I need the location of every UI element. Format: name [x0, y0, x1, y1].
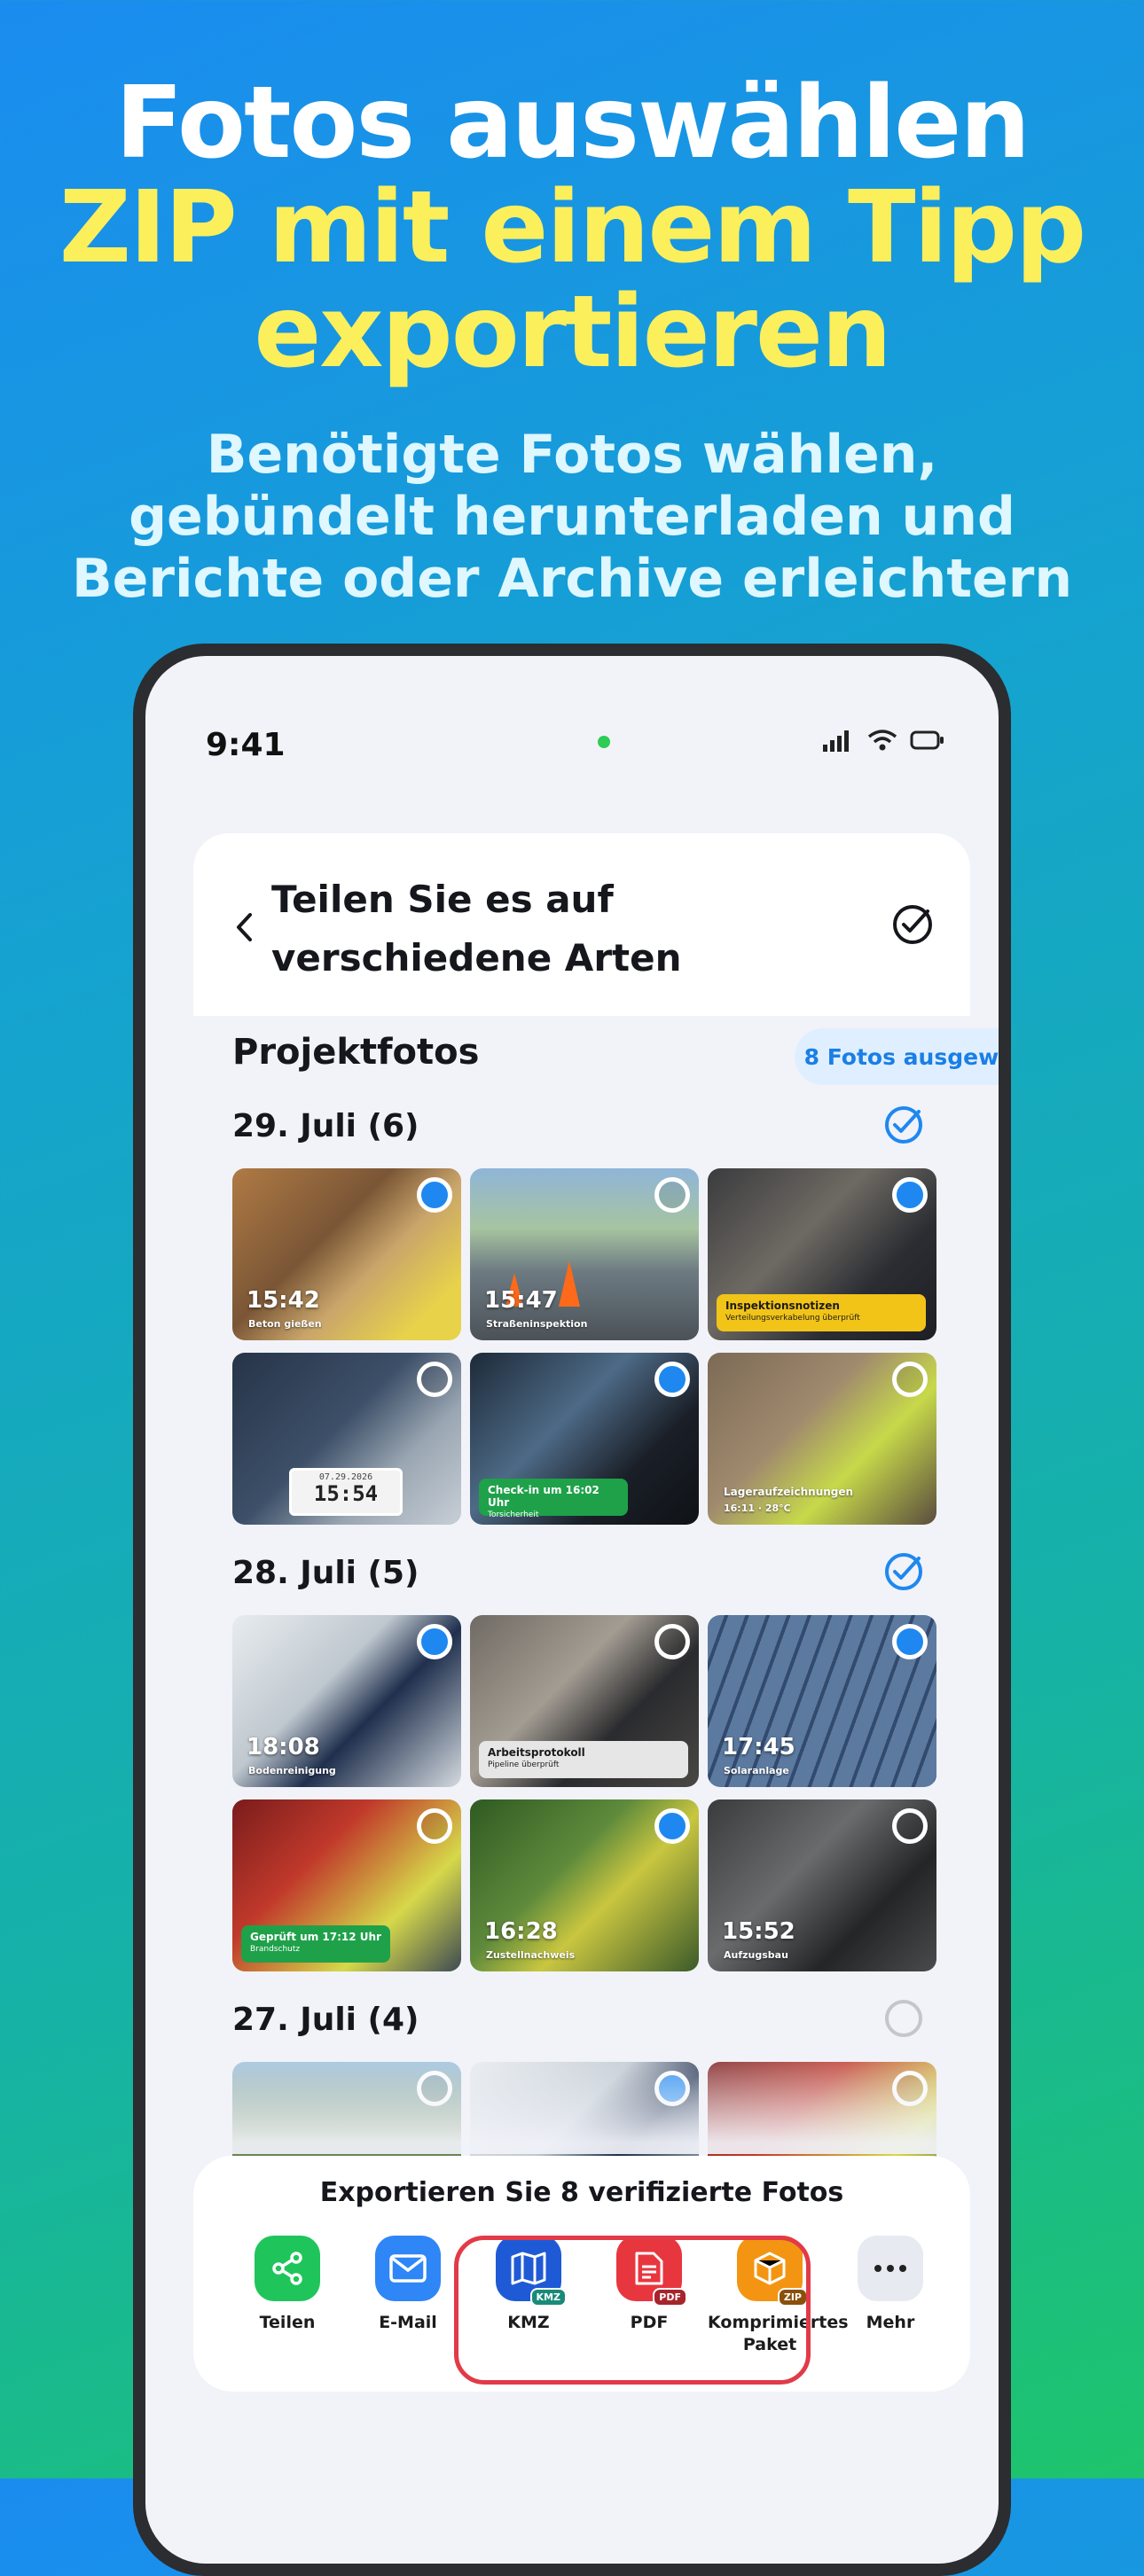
camera-indicator [598, 736, 610, 748]
photo-caption: Beton gießen [248, 1318, 322, 1330]
more-option-icon[interactable] [858, 2236, 923, 2301]
selection-indicator[interactable] [892, 1362, 928, 1397]
share-option-icon[interactable] [255, 2236, 320, 2301]
photo-thumbnail[interactable]: Geprüft um 17:12 Uhr Brandschutz [232, 1799, 461, 1971]
page-title: Teilen Sie es auf verschiedene Arten [271, 878, 682, 980]
more-icon [874, 2265, 906, 2272]
photo-tag-title: Geprüft um 17:12 Uhr [250, 1931, 381, 1943]
selection-indicator[interactable] [654, 1624, 690, 1659]
photo-tag-subtitle: Verteilungsverkabelung überprüft [725, 1314, 860, 1323]
photo-caption: Straßeninspektion [486, 1318, 588, 1330]
hero-subtitle: Benötigte Fotos wählen, gebündelt herunt… [71, 424, 1073, 610]
photo-tag-title: Check-in um 16:02 Uhr [488, 1484, 599, 1509]
battery-icon [910, 730, 944, 750]
photo-time: 16:28 [484, 1918, 558, 1945]
stamp-time: 15:54 [313, 1481, 379, 1506]
photo-thumbnail[interactable]: Check-in um 16:02 Uhr Torsicherheit [470, 1353, 699, 1525]
photo-thumbnail[interactable]: 07.29.2026 15:54 [232, 1353, 461, 1525]
photo-thumbnail[interactable]: Lageraufzeichnungen 16:11 · 28°C [708, 1353, 936, 1525]
select-all-circle-icon[interactable] [883, 1998, 924, 2039]
photo-caption: Aufzugsbau [724, 1949, 788, 1961]
phone-frame: 9:41 Teilen Sie es auf verschiedene Arte… [133, 644, 1011, 2576]
photo-time: 15:52 [722, 1918, 795, 1945]
photo-tag: Check-in um 16:02 Uhr Torsicherheit [479, 1479, 628, 1519]
photo-time: 18:08 [247, 1734, 320, 1760]
photo-thumbnail[interactable]: 17:45 Solaranlage [708, 1615, 936, 1787]
confirm-check-icon[interactable] [890, 902, 935, 947]
photo-time-label: Lageraufzeichnungen [724, 1486, 854, 1498]
select-all-check-icon[interactable] [883, 1105, 924, 1145]
photo-tag-subtitle: Pipeline überprüft [488, 1760, 560, 1769]
photo-thumbnail[interactable]: Inspektionsnotizen Verteilungsverkabelun… [708, 1168, 936, 1340]
hero-headline: Fotos auswählen ZIP mit einem Tipp expor… [0, 71, 1144, 385]
date-group-label: 27. Juli (4) [232, 2002, 419, 2038]
photo-tag-subtitle: Torsicherheit [488, 1510, 539, 1519]
selected-count-badge: 8 Fotos ausgewählt [795, 1028, 999, 1085]
selection-indicator[interactable] [892, 1624, 928, 1659]
status-bar: 9:41 [206, 727, 945, 763]
selection-indicator[interactable] [417, 1362, 452, 1397]
photo-thumbnail[interactable]: 15:47 Straßeninspektion [470, 1168, 699, 1340]
selection-indicator[interactable] [892, 1177, 928, 1213]
photo-caption: Solaranlage [724, 1765, 789, 1776]
status-icons [823, 729, 945, 752]
share-icon [272, 2252, 302, 2285]
selection-indicator[interactable] [417, 1177, 452, 1213]
wifi-icon [867, 730, 897, 751]
date-group-label: 28. Juli (5) [232, 1555, 419, 1591]
section-title: Projektfotos [232, 1032, 480, 1073]
photo-caption: Bodenreinigung [248, 1765, 336, 1776]
date-group-label: 29. Juli (6) [232, 1108, 419, 1144]
hero-line-1: Fotos auswählen [115, 66, 1030, 181]
photo-caption: Zustellnachweis [486, 1949, 576, 1961]
export-option-label: Teilen [259, 2313, 316, 2332]
photo-thumbnail[interactable]: 15:52 Aufzugsbau [708, 1799, 936, 1971]
selection-indicator[interactable] [654, 1177, 690, 1213]
hero-line-3: exportieren [254, 275, 891, 390]
status-time: 9:41 [206, 727, 286, 763]
photo-tag: Inspektionsnotizen Verteilungsverkabelun… [717, 1294, 926, 1331]
photo-time: 15:47 [484, 1287, 558, 1314]
date-stamp: 07.29.2026 15:54 [289, 1468, 403, 1516]
photo-tag: Arbeitsprotokoll Pipeline überprüft [479, 1741, 688, 1778]
select-all-check-icon[interactable] [883, 1551, 924, 1592]
scroll-fade [145, 2039, 999, 2154]
photo-tag-title: Arbeitsprotokoll [488, 1746, 585, 1759]
cone-shape [559, 1261, 580, 1307]
signal-icon [823, 730, 849, 752]
export-option-email[interactable]: E-Mail [346, 2236, 470, 2334]
selection-indicator[interactable] [654, 1808, 690, 1844]
screen-header: Teilen Sie es auf verschiedene Arten [193, 833, 970, 1016]
selection-indicator[interactable] [892, 1808, 928, 1844]
export-option-label: Mehr [866, 2313, 915, 2332]
export-title: Exportieren Sie 8 verifizierte Fotos [319, 2177, 844, 2208]
photo-tag: Geprüft um 17:12 Uhr Brandschutz [241, 1925, 390, 1963]
selection-indicator[interactable] [417, 1624, 452, 1659]
export-option-label: E-Mail [379, 2313, 437, 2332]
photo-time: 17:45 [722, 1734, 795, 1760]
photo-thumbnail[interactable]: 18:08 Bodenreinigung [232, 1615, 461, 1787]
export-option-more[interactable]: Mehr [828, 2236, 952, 2334]
photo-time: 15:42 [247, 1287, 320, 1314]
photo-thumbnail[interactable]: 16:28 Zustellnachweis [470, 1799, 699, 1971]
highlight-frame [454, 2236, 811, 2385]
phone-screen: 9:41 Teilen Sie es auf verschiedene Arte… [145, 656, 999, 2564]
photo-thumbnail[interactable]: Arbeitsprotokoll Pipeline überprüft [470, 1615, 699, 1787]
mail-icon [389, 2254, 427, 2283]
selection-indicator[interactable] [417, 1808, 452, 1844]
photo-thumbnail[interactable]: 15:42 Beton gießen [232, 1168, 461, 1340]
photo-caption: 16:11 · 28°C [724, 1503, 791, 1514]
selection-indicator[interactable] [654, 1362, 690, 1397]
photo-tag-title: Inspektionsnotizen [725, 1300, 840, 1312]
back-icon[interactable] [234, 911, 254, 943]
photo-tag-subtitle: Brandschutz [250, 1945, 301, 1954]
email-option-icon[interactable] [375, 2236, 441, 2301]
hero-line-2: ZIP mit einem Tipp [59, 170, 1086, 285]
export-option-share[interactable]: Teilen [225, 2236, 349, 2334]
